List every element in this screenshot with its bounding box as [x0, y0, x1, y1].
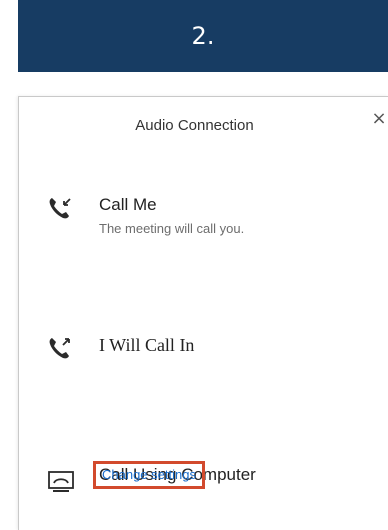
call-me-sublabel: The meeting will call you.: [99, 221, 245, 236]
call-me-label: Call Me: [99, 195, 157, 214]
call-in-label: I Will Call In: [99, 335, 195, 355]
step-banner: 2.: [18, 0, 388, 72]
computer-icon: [48, 471, 74, 492]
close-button[interactable]: ×: [369, 109, 388, 129]
phone-incoming-icon: [49, 198, 71, 219]
change-settings-link[interactable]: Change settings: [93, 461, 205, 489]
audio-connection-dialog: Audio Connection × Call Me The meeting w…: [18, 96, 388, 530]
close-icon: ×: [371, 108, 387, 129]
call-in-option[interactable]: I Will Call In: [19, 323, 388, 373]
phone-outgoing-icon: [49, 338, 70, 359]
dialog-title: Audio Connection: [135, 117, 254, 134]
step-number: 2.: [191, 22, 215, 50]
call-me-option[interactable]: Call Me The meeting will call you.: [19, 181, 388, 261]
